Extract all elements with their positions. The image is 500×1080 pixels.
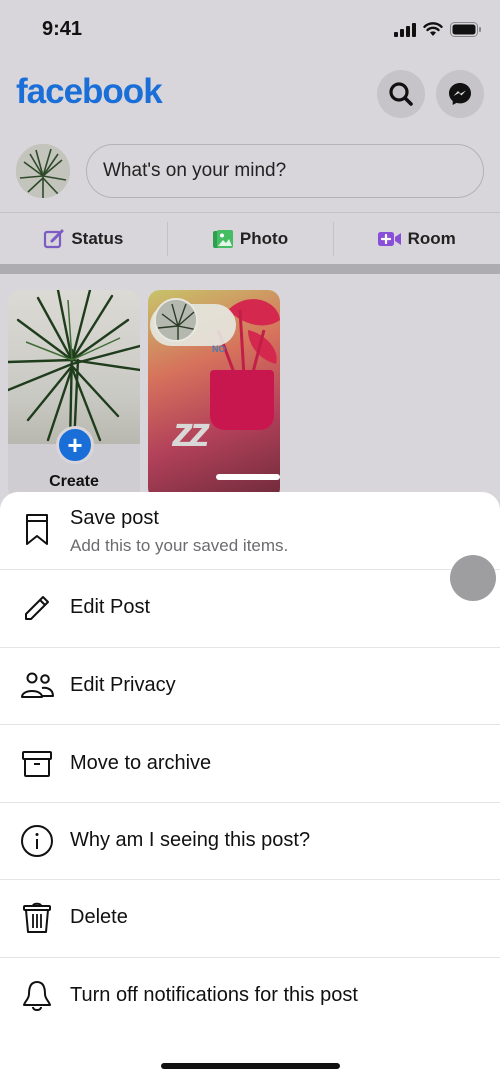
trash-icon — [20, 901, 54, 935]
divider — [0, 212, 500, 213]
status-label: Status — [71, 229, 124, 248]
whats-on-your-mind-input[interactable]: What's on your mind? — [86, 144, 484, 198]
create-story-card[interactable]: + Create — [8, 290, 140, 500]
post-options-sheet: Save post Add this to your saved items. … — [0, 492, 500, 1080]
status-icons — [394, 22, 482, 37]
app-header: facebook — [0, 62, 500, 128]
battery-icon — [450, 22, 481, 37]
save-post-label: Save post — [70, 507, 159, 529]
story-card[interactable]: NO zz — [148, 290, 280, 500]
home-indicator[interactable] — [161, 1063, 340, 1069]
delete-label: Delete — [70, 906, 128, 928]
bookmark-icon — [20, 513, 54, 547]
facebook-logo[interactable]: facebook — [16, 72, 163, 112]
why-seeing-post-label: Why am I seeing this post? — [70, 829, 311, 851]
edit-post-label: Edit Post — [70, 596, 151, 618]
turn-off-notifications-label: Turn off notifications for this post — [70, 984, 358, 1006]
bell-icon — [20, 979, 54, 1013]
edit-square-icon — [44, 229, 64, 249]
touch-indicator — [450, 555, 496, 601]
room-button[interactable]: Room — [333, 214, 500, 264]
edit-privacy-label: Edit Privacy — [70, 674, 176, 696]
photo-icon — [212, 230, 233, 248]
sticker-avatar — [154, 298, 198, 342]
story-zz-drawing: zz — [172, 408, 210, 455]
photo-label: Photo — [239, 229, 289, 248]
video-plus-icon — [377, 232, 401, 246]
room-label: Room — [407, 229, 456, 248]
story-progress — [216, 474, 280, 480]
turn-off-notifications-option[interactable]: Turn off notifications for this post — [0, 958, 500, 1035]
messenger-button[interactable] — [436, 70, 484, 118]
plant-photo — [16, 144, 70, 198]
move-to-archive-option[interactable]: Move to archive — [0, 725, 500, 803]
composer-placeholder: What's on your mind? — [103, 160, 287, 181]
info-circle-icon — [20, 824, 54, 858]
add-story-icon[interactable]: + — [56, 426, 94, 464]
create-story-photo — [8, 290, 140, 446]
create-story-label: Create — [49, 473, 99, 490]
people-icon — [20, 669, 54, 703]
move-to-archive-label: Move to archive — [70, 752, 212, 774]
user-avatar[interactable] — [16, 144, 70, 198]
wifi-icon — [423, 22, 443, 36]
composer-actions: Status Photo Room — [0, 214, 500, 264]
edit-post-option[interactable]: Edit Post — [0, 570, 500, 647]
sticker-answer: NO — [212, 344, 226, 354]
save-post-sublabel: Add this to your saved items. — [70, 536, 289, 555]
status-button[interactable]: Status — [0, 214, 167, 264]
search-icon — [389, 82, 413, 106]
save-post-option[interactable]: Save post Add this to your saved items. — [0, 492, 500, 570]
section-separator — [0, 264, 500, 274]
status-time: 9:41 — [42, 18, 83, 40]
status-bar: 9:41 — [0, 0, 500, 60]
delete-option[interactable]: Delete — [0, 880, 500, 957]
post-composer: What's on your mind? — [0, 140, 500, 202]
archive-box-icon — [20, 747, 54, 781]
pencil-icon — [20, 591, 54, 625]
search-button[interactable] — [377, 70, 425, 118]
edit-privacy-option[interactable]: Edit Privacy — [0, 648, 500, 725]
why-seeing-post-option[interactable]: Why am I seeing this post? — [0, 803, 500, 880]
story-pot — [210, 370, 274, 430]
messenger-icon — [449, 83, 471, 105]
photo-button[interactable]: Photo — [166, 214, 334, 264]
cellular-signal-icon — [394, 22, 416, 37]
